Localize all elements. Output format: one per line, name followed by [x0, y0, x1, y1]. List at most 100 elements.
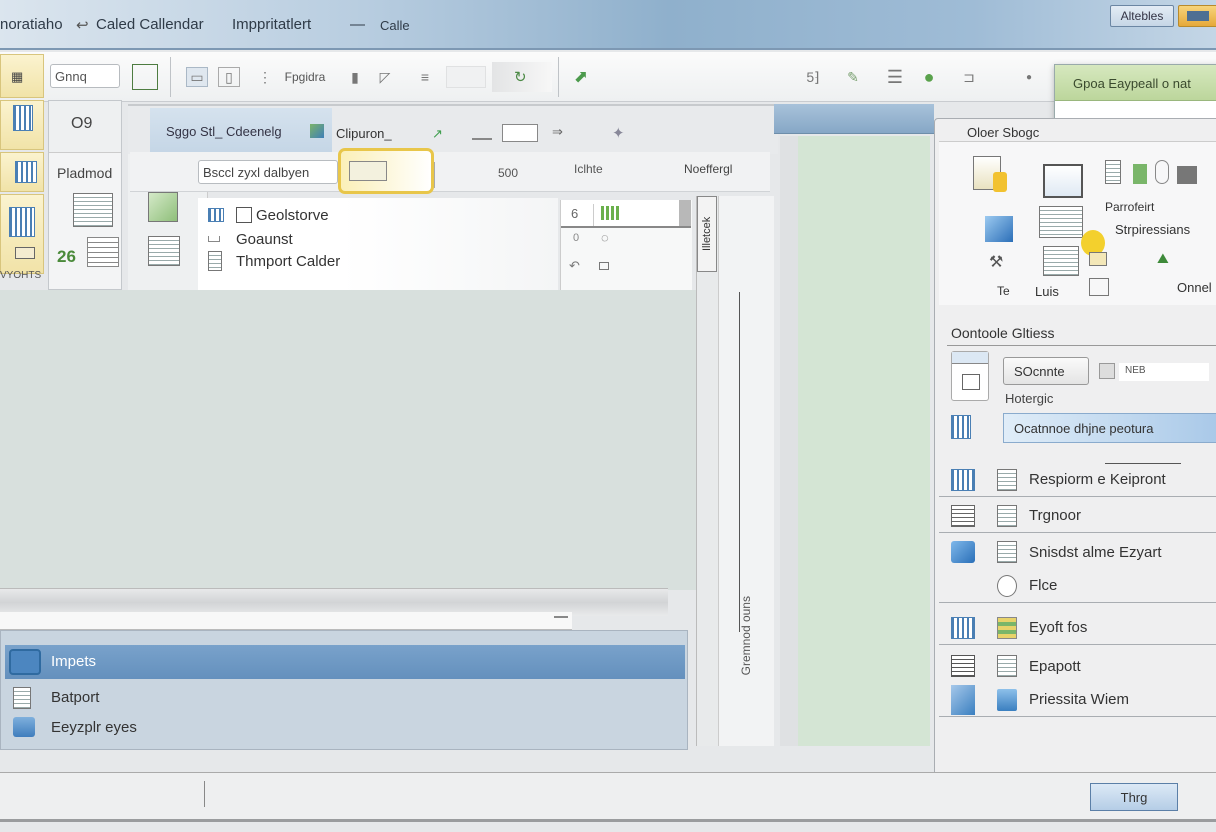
- menu-item[interactable]: Eyoft fos: [939, 611, 1216, 645]
- dropdown-item-label: Eeyzplr eyes: [51, 719, 137, 736]
- scrollbar-thumb[interactable]: [679, 200, 691, 226]
- menu-item[interactable]: Flce: [939, 569, 1216, 603]
- font-dropdown[interactable]: Fpgidra: [272, 66, 338, 88]
- left-panel-item[interactable]: Pladmod: [57, 165, 112, 181]
- spreadsheet-icon[interactable]: [1133, 164, 1147, 184]
- tab-second[interactable]: Clipuron_: [336, 126, 392, 141]
- tab-title-1[interactable]: Caled Callendar: [96, 16, 204, 33]
- text-doc-icon[interactable]: [148, 236, 180, 266]
- dropdown-input[interactable]: [0, 612, 572, 630]
- clock-icon: ◌: [601, 230, 609, 245]
- ribbon-tile-2[interactable]: [0, 152, 44, 192]
- color-swatch[interactable]: [132, 64, 158, 90]
- image-doc-icon[interactable]: [148, 192, 178, 222]
- terrain-icon[interactable]: ⛰: [1157, 250, 1169, 267]
- page-icon[interactable]: [1105, 160, 1121, 184]
- menu-item[interactable]: Snisdst alme Ezyart: [939, 535, 1216, 569]
- dropdown-item-selected[interactable]: Impets: [5, 645, 685, 679]
- menu-item[interactable]: Epapott: [939, 649, 1216, 683]
- column-header-0[interactable]: 500: [498, 166, 518, 180]
- sheet-icon: [997, 541, 1017, 563]
- tool-icon[interactable]: ⚒: [989, 252, 1003, 272]
- refresh-icon: ↻: [514, 69, 527, 86]
- highlight-row[interactable]: Ocatnnoe dhjne peotura: [1003, 413, 1216, 443]
- sparkle-icon[interactable]: ✦: [612, 124, 625, 142]
- number-box-icon: [1089, 278, 1109, 296]
- menu-item[interactable]: Priessita Wiem: [939, 683, 1216, 717]
- globe-icon[interactable]: ●: [918, 67, 940, 87]
- layout-icon[interactable]: ▯: [218, 67, 240, 87]
- tab-active[interactable]: Sggo Stl_ Cdeenelg: [150, 108, 332, 152]
- run-icon[interactable]: ⬈: [570, 67, 592, 87]
- blue-doc-icon[interactable]: [985, 216, 1013, 242]
- dropdown-item[interactable]: Batport: [5, 683, 685, 713]
- ribbon-tile-1[interactable]: [0, 100, 44, 150]
- green-logo-icon: 26: [57, 247, 76, 266]
- content-area[interactable]: [0, 290, 696, 590]
- window-highlight-button[interactable]: [1178, 5, 1216, 27]
- brush-icon[interactable]: ✎: [842, 67, 864, 87]
- chart-doc-icon[interactable]: [73, 193, 113, 227]
- tab-title-2[interactable]: Imppritatlert: [232, 16, 311, 33]
- menu-item-label: Epapott: [1029, 657, 1081, 675]
- bin-icon[interactable]: ⊐: [958, 67, 980, 87]
- list-item[interactable]: Thmport Calder: [208, 246, 340, 276]
- undo-icon[interactable]: ↶: [569, 258, 580, 274]
- vertical-tab-top[interactable]: Illetcek: [697, 196, 717, 272]
- separator: [434, 162, 435, 188]
- window-options-button[interactable]: Altebles: [1110, 5, 1174, 27]
- table-icon: [951, 415, 971, 439]
- list-item-label: Geolstorve: [256, 206, 329, 224]
- list-doc-icon[interactable]: [1043, 246, 1079, 276]
- calendar-icon: [951, 468, 975, 491]
- section-title: Oontoole Gltiess: [951, 325, 1055, 341]
- dropdown-item[interactable]: Eeyzplr eyes: [5, 713, 685, 743]
- highlighted-field[interactable]: [338, 148, 434, 194]
- number-icon[interactable]: 5⁆: [802, 67, 824, 87]
- small-box-icon: [599, 262, 609, 270]
- notice-label: Hotergic: [1005, 391, 1054, 406]
- column-header-1[interactable]: Iclhte: [574, 162, 603, 176]
- menu-item[interactable]: Respiorm e Keipront: [939, 463, 1216, 497]
- left-panel-header[interactable]: O9: [49, 101, 121, 153]
- tab-title-3[interactable]: Calle: [380, 18, 410, 33]
- grid-icon: [951, 504, 975, 527]
- blank-button[interactable]: [446, 66, 486, 88]
- calendar-grid-icon[interactable]: [87, 237, 119, 267]
- pin-icon[interactable]: ▮: [344, 67, 366, 87]
- view-icon[interactable]: ▭: [186, 67, 208, 87]
- name-field-value: Gnnq: [55, 69, 87, 84]
- dot-icon[interactable]: ●: [1018, 67, 1040, 87]
- ribbon-tile-3[interactable]: [0, 194, 44, 274]
- form-icon[interactable]: [502, 124, 538, 142]
- source-value-field[interactable]: NEB: [1119, 363, 1209, 381]
- menu-icon[interactable]: ☰: [884, 67, 906, 87]
- folder-icon[interactable]: [1089, 252, 1107, 266]
- window-doc-icon[interactable]: [1043, 164, 1083, 198]
- window-options-label: Altebles: [1120, 9, 1164, 23]
- status-button[interactable]: Thrg: [1090, 783, 1178, 811]
- menu-item[interactable]: Trgnoor: [939, 499, 1216, 533]
- sheet-icon[interactable]: [1039, 206, 1083, 238]
- printer-icon[interactable]: [472, 126, 492, 140]
- name-field[interactable]: Gnnq: [50, 64, 120, 88]
- source-icon-box[interactable]: [951, 351, 989, 401]
- tab-title-0[interactable]: noratiaho: [0, 16, 63, 33]
- popup-header[interactable]: Gpoa Eaypeall o nat: [1055, 65, 1216, 101]
- refresh-button[interactable]: ↻: [492, 62, 552, 92]
- arrow-right-icon[interactable]: ⇒: [552, 124, 563, 140]
- expand-arrow-icon[interactable]: ↗: [432, 126, 443, 142]
- table-icon: [962, 374, 980, 390]
- corner-icon[interactable]: ◸: [374, 67, 396, 87]
- circle-doc-icon[interactable]: [1155, 160, 1169, 184]
- tab-active-label: Sggo Stl_ Cdeenelg: [166, 124, 282, 139]
- collapse-icon[interactable]: [554, 616, 568, 620]
- search-input[interactable]: Bsccl zyxl dalbyen: [198, 160, 338, 184]
- ribbon-yellow-tile[interactable]: ▦: [0, 54, 44, 98]
- source-checkbox[interactable]: [1099, 363, 1115, 379]
- vertical-label-bottom: Gremnod ouns: [739, 596, 753, 676]
- align-icon[interactable]: ≡: [414, 67, 436, 87]
- box-icon[interactable]: [1177, 166, 1197, 184]
- column-header-2[interactable]: Noeffergl: [684, 162, 732, 176]
- source-button[interactable]: SOcnnte: [1003, 357, 1089, 385]
